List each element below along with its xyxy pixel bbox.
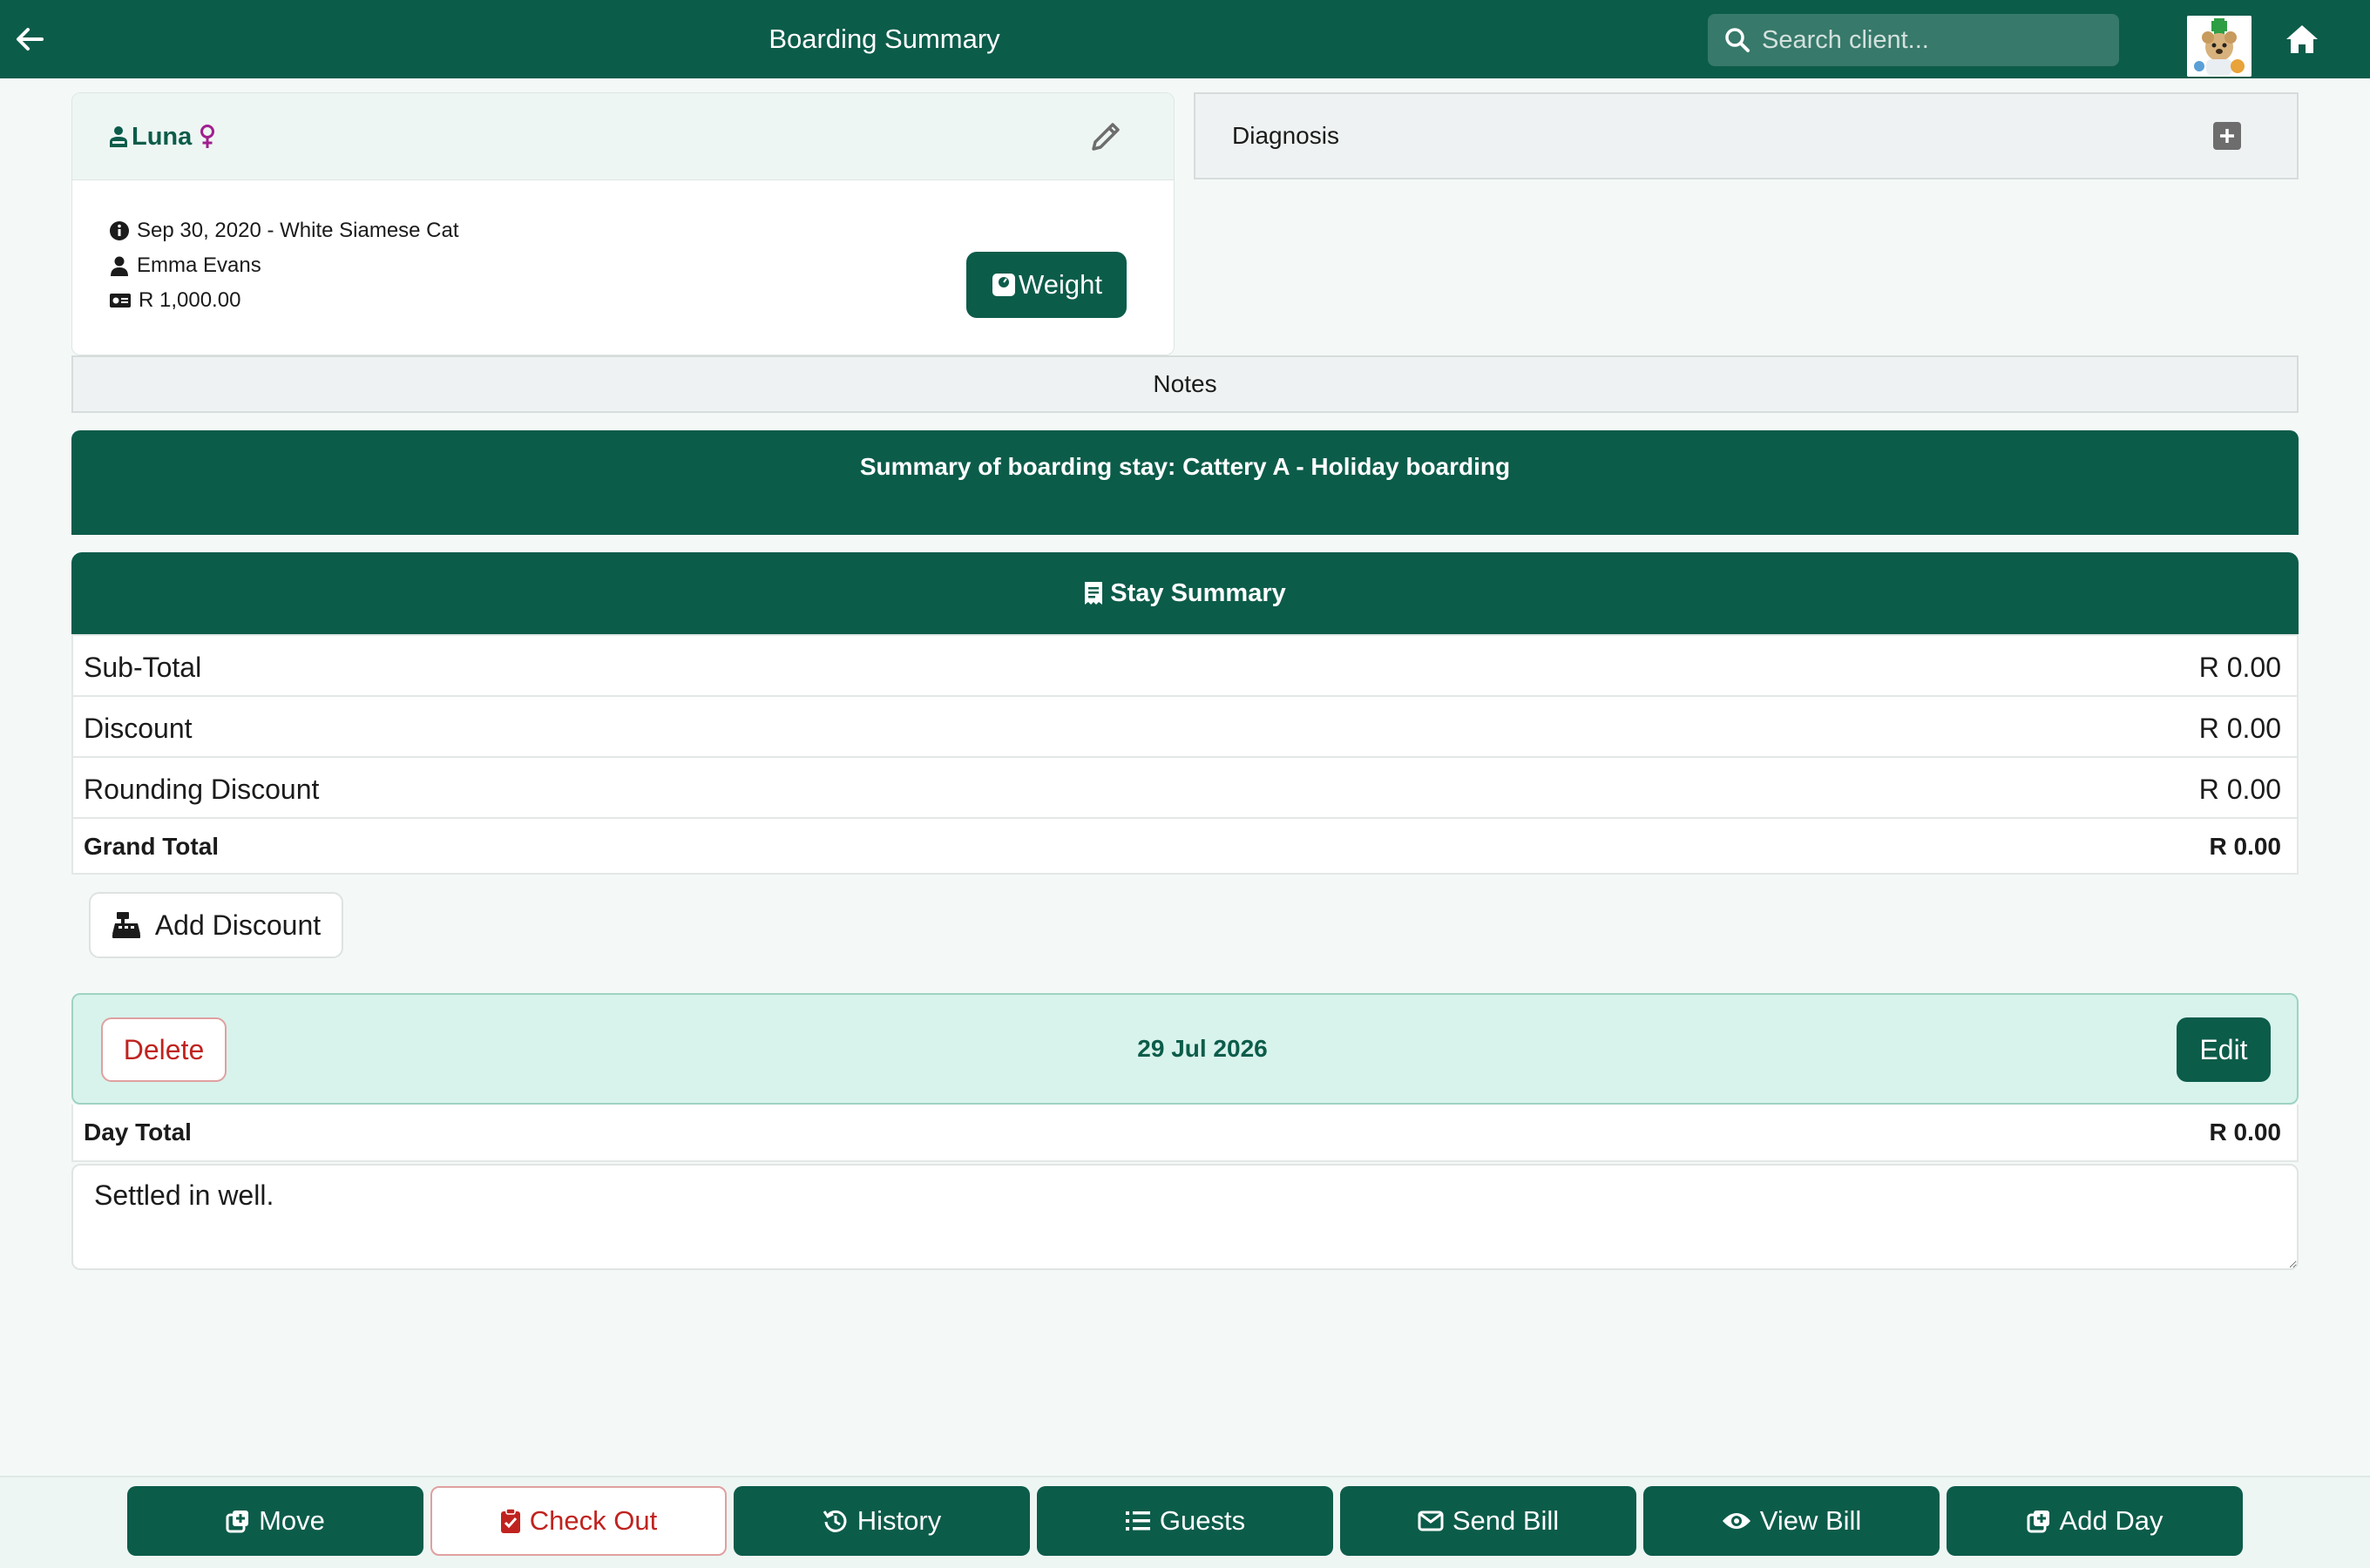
summary-row-value: R 0.00 — [2209, 833, 2282, 860]
home-button[interactable] — [2283, 22, 2321, 57]
page-title: Boarding Summary — [769, 24, 1000, 54]
female-icon — [200, 125, 215, 148]
summary-row-value: R 0.00 — [2198, 652, 2281, 683]
plus-square-icon — [2213, 122, 2241, 150]
guests-label: Guests — [1159, 1505, 1246, 1536]
envelope-icon — [1418, 1511, 1444, 1531]
patient-balance: R 1,000.00 — [109, 285, 240, 316]
check-out-label: Check Out — [529, 1505, 658, 1536]
add-discount-button[interactable]: Add Discount — [89, 892, 343, 958]
summary-row-rounding-discount: Rounding Discount R 0.00 — [73, 758, 2297, 819]
pencil-icon — [1092, 123, 1120, 151]
clipboard-check-icon — [500, 1508, 520, 1533]
day-date: 29 Jul 2026 — [1137, 1035, 1268, 1062]
balance-value: R 1,000.00 — [139, 288, 241, 312]
patient-details-text: Sep 30, 2020 - White Siamese Cat — [137, 219, 459, 242]
summary-row-grand-total: Grand Total R 0.00 — [73, 819, 2297, 873]
guests-button[interactable]: Guests — [1037, 1486, 1333, 1556]
day-total-value: R 0.00 — [2209, 1119, 2282, 1146]
patient-card-header: Luna — [72, 93, 1174, 180]
add-diagnosis-button[interactable] — [2213, 122, 2241, 150]
weight-button-label: Weight — [1019, 269, 1102, 300]
patient-owner: Emma Evans — [109, 250, 261, 281]
day-entry-header: 29 Jul 2026 Delete Edit — [71, 993, 2299, 1105]
history-button[interactable]: History — [734, 1486, 1030, 1556]
move-button[interactable]: Move — [127, 1486, 423, 1556]
delete-day-button[interactable]: Delete — [101, 1017, 227, 1082]
check-out-button[interactable]: Check Out — [430, 1486, 727, 1556]
history-icon — [823, 1510, 847, 1532]
search-icon — [1725, 28, 1750, 52]
owner-name: Emma Evans — [137, 253, 261, 277]
summary-row-label: Rounding Discount — [84, 774, 320, 805]
boarding-summary-banner: Summary of boarding stay: Cattery A - Ho… — [71, 430, 2299, 535]
send-bill-label: Send Bill — [1452, 1505, 1560, 1536]
patient-icon — [110, 126, 127, 147]
view-bill-button[interactable]: View Bill — [1643, 1486, 1940, 1556]
clinic-logo — [2187, 16, 2252, 77]
money-card-icon — [110, 294, 131, 308]
client-search[interactable] — [1708, 14, 2119, 66]
summary-row-value: R 0.00 — [2198, 713, 2281, 744]
search-input[interactable] — [1762, 21, 2110, 59]
add-discount-label: Add Discount — [154, 909, 322, 941]
summary-row-discount: Discount R 0.00 — [73, 697, 2297, 758]
home-icon — [2286, 25, 2318, 53]
weight-button[interactable]: Weight — [966, 252, 1127, 318]
patient-name: Luna — [132, 122, 193, 151]
summary-row-label: Sub-Total — [84, 652, 202, 683]
stay-summary-header: Stay Summary — [71, 552, 2299, 634]
summary-row-value: R 0.00 — [2198, 774, 2281, 805]
diagnosis-panel[interactable]: Diagnosis — [1194, 92, 2299, 179]
summary-row-subtotal: Sub-Total R 0.00 — [73, 636, 2297, 697]
send-bill-button[interactable]: Send Bill — [1340, 1486, 1636, 1556]
edit-patient-button[interactable] — [1087, 118, 1125, 156]
edit-day-button[interactable]: Edit — [2177, 1017, 2271, 1082]
patient-card: Luna Sep 30, 2020 - White Siamese Cat Em… — [71, 92, 1175, 355]
stay-summary-title: Stay Summary — [1110, 578, 1286, 607]
diagnosis-label: Diagnosis — [1232, 122, 1339, 149]
top-app-bar: Boarding Summary — [0, 0, 2370, 78]
summary-row-label: Discount — [84, 713, 193, 744]
notes-toggle[interactable]: Notes — [71, 355, 2299, 413]
square-plus-icon — [2027, 1511, 2049, 1533]
day-total-row: Day Total R 0.00 — [71, 1105, 2299, 1162]
patient-details: Sep 30, 2020 - White Siamese Cat — [109, 215, 459, 247]
receipt-icon — [1085, 582, 1103, 605]
history-label: History — [857, 1505, 942, 1536]
stay-summary-table: Sub-Total R 0.00 Discount R 0.00 Roundin… — [71, 634, 2299, 875]
move-label: Move — [259, 1505, 325, 1536]
bottom-action-bar: Move Check Out History Guests Send Bill — [0, 1476, 2370, 1568]
info-icon — [110, 221, 129, 240]
patient-name-row: Luna — [107, 119, 216, 154]
day-note-textarea[interactable] — [71, 1164, 2299, 1270]
weight-scale-icon — [992, 274, 1016, 296]
day-total-label: Day Total — [84, 1119, 192, 1146]
add-day-label: Add Day — [2059, 1505, 2163, 1536]
add-day-button[interactable]: Add Day — [1947, 1486, 2243, 1556]
list-icon — [1125, 1511, 1150, 1531]
view-bill-label: View Bill — [1759, 1505, 1862, 1536]
summary-row-label: Grand Total — [84, 833, 220, 860]
square-plus-icon — [226, 1511, 249, 1533]
eye-icon — [1722, 1513, 1750, 1529]
user-icon — [111, 256, 128, 276]
cash-register-icon — [112, 912, 140, 938]
